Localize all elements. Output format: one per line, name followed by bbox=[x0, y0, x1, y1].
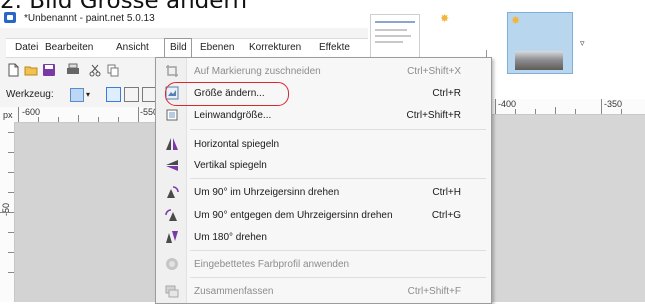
menu-separator bbox=[190, 178, 486, 179]
canvas-area-right[interactable] bbox=[490, 115, 645, 302]
menu-separator bbox=[190, 277, 486, 278]
ruler-tick bbox=[601, 99, 602, 114]
menu-item-label: Eingebettetes Farbprofil anwenden bbox=[194, 259, 350, 270]
menu-item-label: Leinwandgröße... bbox=[194, 110, 272, 121]
crop-icon bbox=[166, 65, 178, 77]
menu-item-label: Um 90° im Uhrzeigersinn drehen bbox=[194, 187, 340, 198]
menu-item-label: Um 90° entgegen dem Uhrzeigersinn drehen bbox=[194, 210, 393, 221]
rotate-cw-icon bbox=[167, 186, 179, 198]
menu-effekte[interactable]: Effekte bbox=[319, 42, 350, 53]
menu-item-crop-to-selection[interactable]: Auf Markierung zuschneiden Ctrl+Shift+X bbox=[156, 60, 491, 82]
title-bar: *Unbenannt - paint.net 5.0.13 bbox=[0, 8, 368, 28]
menu-item-rotate-180[interactable]: Um 180° drehen bbox=[156, 226, 491, 248]
horizontal-ruler-right: -400 -350 bbox=[490, 99, 645, 115]
menu-item-flip-horizontal[interactable]: Horizontal spiegeln bbox=[156, 133, 491, 155]
window-title: *Unbenannt - paint.net 5.0.13 bbox=[24, 13, 155, 24]
ruler-tick bbox=[78, 115, 79, 122]
ruler-tick bbox=[118, 117, 119, 122]
highlight-ring bbox=[165, 82, 289, 106]
ruler-tick bbox=[495, 99, 496, 114]
thumbnail-line bbox=[375, 21, 415, 23]
ruler-label: -600 bbox=[22, 107, 41, 117]
ruler-tick bbox=[8, 172, 14, 173]
thumbnail-line bbox=[375, 35, 411, 37]
menu-item-rotate-ccw[interactable]: Um 90° entgegen dem Uhrzeigersinn drehen… bbox=[156, 204, 491, 226]
menu-separator bbox=[190, 250, 486, 251]
menu-ebenen[interactable]: Ebenen bbox=[200, 42, 234, 53]
ruler-label: -400 bbox=[498, 99, 517, 109]
new-file-icon[interactable] bbox=[6, 63, 20, 77]
flip-horizontal-icon bbox=[166, 138, 178, 150]
thumbnail-line bbox=[375, 41, 403, 43]
ruler-tick bbox=[8, 152, 14, 153]
open-folder-icon[interactable] bbox=[24, 63, 38, 77]
menu-item-shortcut: Ctrl+G bbox=[431, 210, 461, 221]
ruler-tick bbox=[58, 117, 59, 122]
ruler-tick bbox=[8, 192, 14, 193]
canvas-size-icon bbox=[166, 109, 178, 121]
menu-item-shortcut: Ctrl+Shift+X bbox=[407, 66, 461, 77]
menu-item-label: Vertikal spiegeln bbox=[194, 160, 267, 171]
menu-item-label: Auf Markierung zuschneiden bbox=[194, 66, 321, 77]
menu-item-label: Zusammenfassen bbox=[194, 286, 274, 297]
menu-datei[interactable]: Datei bbox=[15, 42, 38, 53]
selection-mode-union-icon[interactable] bbox=[124, 87, 139, 102]
menu-item-label: Horizontal spiegeln bbox=[194, 139, 280, 150]
ruler-tick bbox=[0, 212, 14, 213]
selection-mode-replace-icon[interactable] bbox=[106, 87, 121, 102]
ruler-tick bbox=[8, 252, 14, 253]
rotate-ccw-icon bbox=[165, 209, 177, 221]
menu-item-canvas-size[interactable]: Leinwandgröße... Ctrl+Shift+R bbox=[156, 104, 491, 126]
chevron-down-icon[interactable]: ▾ bbox=[86, 90, 90, 99]
menu-item-shortcut: Ctrl+H bbox=[432, 187, 461, 198]
menu-item-flatten[interactable]: Zusammenfassen Ctrl+Shift+F bbox=[156, 280, 491, 302]
ruler-tick bbox=[38, 117, 39, 122]
cut-icon[interactable] bbox=[88, 63, 102, 77]
ruler-tick bbox=[8, 232, 14, 233]
menu-separator bbox=[190, 129, 486, 130]
thumbnail-photo bbox=[515, 51, 563, 70]
rotate-180-icon bbox=[166, 231, 178, 243]
menu-korrekturen[interactable]: Korrekturen bbox=[249, 42, 301, 53]
ruler-tick bbox=[98, 117, 99, 122]
flip-vertical-icon bbox=[166, 160, 178, 171]
ruler-tick bbox=[8, 272, 14, 273]
menu-item-shortcut: Ctrl+Shift+R bbox=[406, 110, 461, 121]
tool-selector[interactable] bbox=[70, 88, 84, 102]
menu-item-shortcut: Ctrl+Shift+F bbox=[407, 286, 461, 297]
ruler-tick bbox=[555, 107, 556, 114]
menu-item-apply-color-profile[interactable]: Eingebettetes Farbprofil anwenden bbox=[156, 253, 491, 275]
tool-label: Werkzeug: bbox=[6, 89, 54, 100]
vertical-ruler-label: -50 bbox=[1, 202, 11, 216]
ruler-tick bbox=[535, 109, 536, 114]
save-icon[interactable] bbox=[42, 63, 56, 77]
copy-icon[interactable] bbox=[106, 63, 120, 77]
menu-item-shortcut: Ctrl+R bbox=[432, 88, 461, 99]
menu-item-rotate-cw[interactable]: Um 90° im Uhrzeigersinn drehen Ctrl+H bbox=[156, 181, 491, 203]
color-profile-icon bbox=[166, 258, 178, 270]
ruler-label: -350 bbox=[604, 99, 623, 109]
ruler-tick bbox=[8, 132, 14, 133]
menu-ansicht[interactable]: Ansicht bbox=[116, 42, 149, 53]
menu-item-label: Um 180° drehen bbox=[194, 232, 267, 243]
unsaved-star-icon: ✸ bbox=[440, 13, 450, 25]
menu-item-flip-vertical[interactable]: Vertikal spiegeln bbox=[156, 154, 491, 176]
print-icon[interactable] bbox=[66, 63, 80, 77]
ruler-unit: px bbox=[3, 110, 13, 120]
menu-bar: Datei Bearbeiten Ansicht Bild Ebenen Kor… bbox=[6, 38, 368, 58]
thumbnail-line bbox=[375, 29, 407, 31]
flatten-icon bbox=[165, 285, 179, 298]
ruler-tick bbox=[515, 109, 516, 114]
menu-bearbeiten[interactable]: Bearbeiten bbox=[45, 42, 93, 53]
ruler-tick bbox=[575, 109, 576, 114]
menu-bild[interactable]: Bild bbox=[170, 42, 187, 53]
unsaved-star-icon: ✸ bbox=[511, 15, 521, 27]
ruler-tick bbox=[621, 109, 622, 114]
ruler-tick bbox=[138, 107, 139, 122]
chevron-down-icon[interactable]: ▿ bbox=[580, 38, 585, 49]
ruler-tick bbox=[18, 107, 19, 122]
paintnet-app-icon bbox=[4, 12, 16, 23]
bild-dropdown-menu: Auf Markierung zuschneiden Ctrl+Shift+X … bbox=[155, 57, 492, 304]
vertical-ruler: -50 bbox=[0, 122, 15, 302]
